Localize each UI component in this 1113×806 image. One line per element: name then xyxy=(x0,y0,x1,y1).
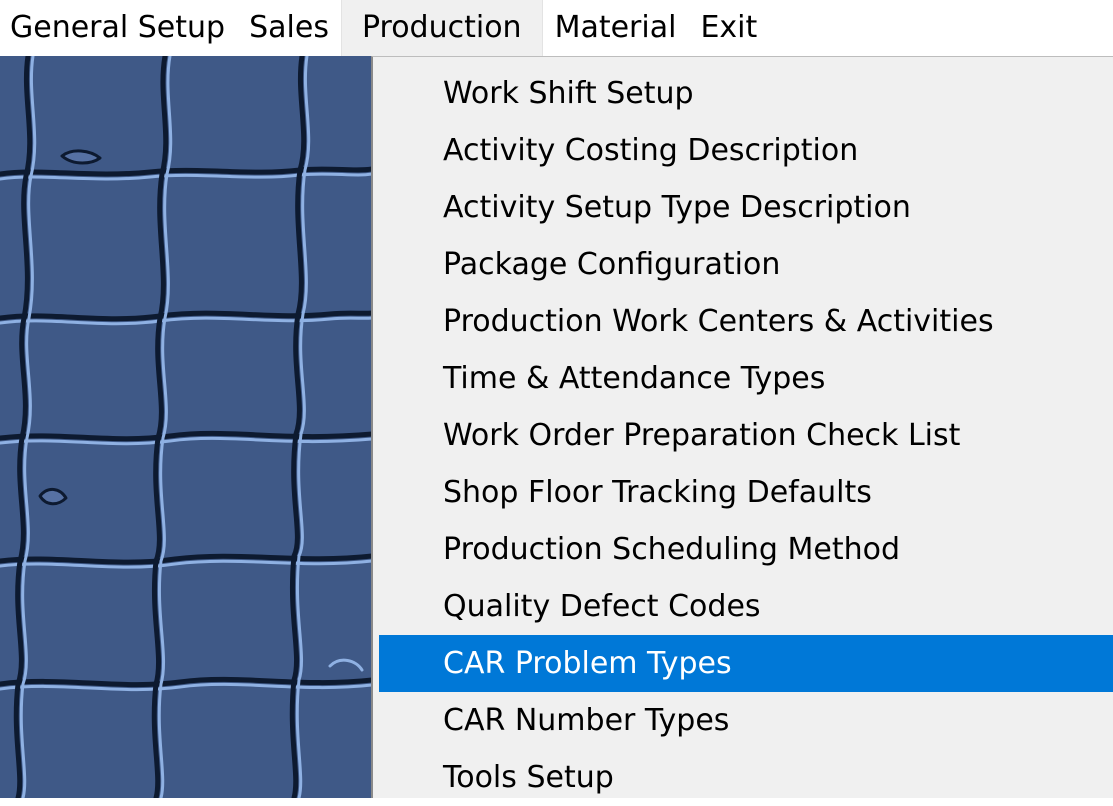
menu-item-shop-floor-tracking-defaults[interactable]: Shop Floor Tracking Defaults xyxy=(379,464,1113,521)
stone-wall-pattern xyxy=(0,56,372,798)
menu-item-activity-setup-type-description[interactable]: Activity Setup Type Description xyxy=(379,179,1113,236)
menu-item-car-number-types[interactable]: CAR Number Types xyxy=(379,692,1113,749)
menu-item-tools-setup[interactable]: Tools Setup xyxy=(379,749,1113,806)
menu-item-work-shift-setup[interactable]: Work Shift Setup xyxy=(379,65,1113,122)
menu-material[interactable]: Material xyxy=(543,0,689,56)
menu-sales[interactable]: Sales xyxy=(237,0,341,56)
menu-exit[interactable]: Exit xyxy=(688,0,769,56)
menu-general-setup[interactable]: General Setup xyxy=(0,0,237,56)
menu-item-time-attendance-types[interactable]: Time & Attendance Types xyxy=(379,350,1113,407)
menu-production[interactable]: Production xyxy=(340,0,543,56)
menu-bar: General Setup Sales Production Material … xyxy=(0,0,1113,56)
menu-item-quality-defect-codes[interactable]: Quality Defect Codes xyxy=(379,578,1113,635)
desktop-background xyxy=(0,56,372,798)
menu-item-package-configuration[interactable]: Package Configuration xyxy=(379,236,1113,293)
menu-item-production-scheduling-method[interactable]: Production Scheduling Method xyxy=(379,521,1113,578)
menu-item-work-order-prep-checklist[interactable]: Work Order Preparation Check List xyxy=(379,407,1113,464)
menu-item-car-problem-types[interactable]: CAR Problem Types xyxy=(379,635,1113,692)
production-dropdown-menu: Work Shift Setup Activity Costing Descri… xyxy=(371,56,1113,798)
menu-item-production-work-centers[interactable]: Production Work Centers & Activities xyxy=(379,293,1113,350)
menu-item-activity-costing-description[interactable]: Activity Costing Description xyxy=(379,122,1113,179)
